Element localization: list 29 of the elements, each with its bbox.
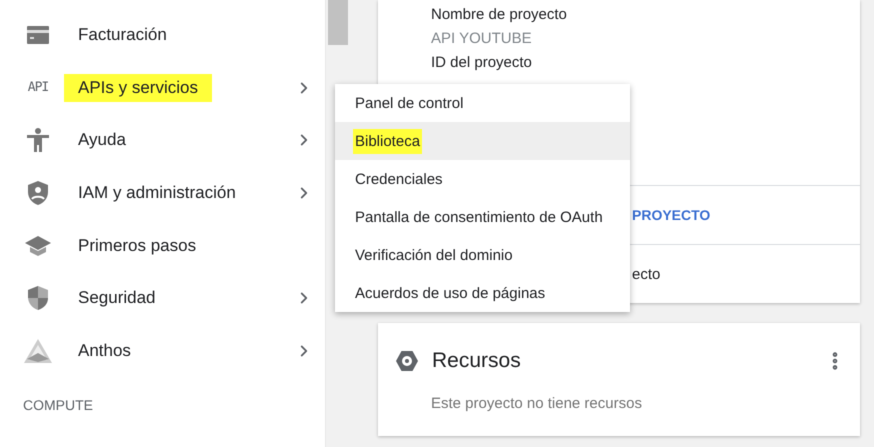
project-link[interactable]: PROYECTO [632, 207, 710, 223]
shield-icon [28, 286, 48, 310]
menu-item[interactable]: Biblioteca [335, 122, 630, 160]
nav-item-label[interactable]: Ayuda [76, 126, 128, 154]
credit-card-icon [27, 26, 49, 44]
nav-item-label[interactable]: IAM y administración [76, 179, 238, 208]
shield-person-icon [28, 181, 48, 206]
card-title: Recursos [432, 349, 521, 373]
menu-item[interactable]: Verificación del dominio [335, 236, 630, 274]
menu-item[interactable]: Pantalla de consentimiento de OAuth [335, 198, 630, 236]
nav-item-label[interactable]: Anthos [76, 336, 133, 365]
nav-item-label[interactable]: Seguridad [76, 284, 158, 312]
hexagon-icon [396, 351, 418, 371]
menu-item[interactable]: Credenciales [335, 160, 630, 198]
graduation-cap-icon [25, 236, 51, 256]
triangle-logo-icon [24, 338, 52, 363]
accessibility-icon [27, 128, 49, 152]
nav-item-label[interactable]: Primeros pasos [76, 232, 198, 260]
menu-item[interactable]: Panel de control [335, 84, 630, 122]
section-label: COMPUTE [22, 396, 94, 414]
nav-item-label[interactable]: APIs y servicios [64, 74, 212, 102]
field-label: ID del proyecto [431, 54, 533, 73]
empty-message: Este proyecto no tiene recursos [430, 394, 643, 414]
row-text: ecto [632, 266, 660, 282]
field-label: Nombre de proyecto [431, 6, 568, 25]
field-value: API YOUTUBE [431, 30, 533, 49]
nav-item-label[interactable]: Facturación [76, 21, 169, 50]
menu-item[interactable]: Acuerdos de uso de páginas [335, 274, 630, 312]
api-icon: API [28, 80, 48, 96]
